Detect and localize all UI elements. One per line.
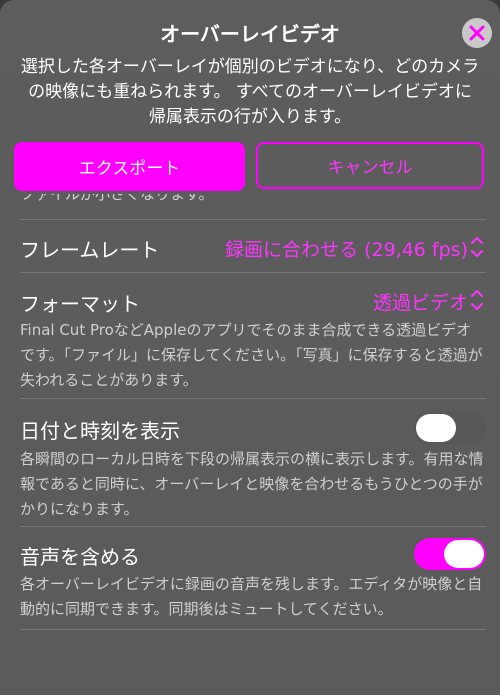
divider	[20, 526, 486, 527]
scrolled-partial-text-label: ファイルが小さくなります。	[20, 194, 214, 203]
chevron-up-down-icon[interactable]	[470, 234, 484, 260]
sheet-subtitle: 選択した各オーバーレイが個別のビデオになり、どのカメラの映像にも重ねられます。 …	[20, 57, 480, 127]
format-label: フォーマット	[20, 292, 140, 316]
format-description: Final Cut ProなどAppleのアプリでそのまま合成できる透過ビデオで…	[20, 321, 483, 389]
close-x-icon	[469, 25, 485, 41]
overlay-video-sheet: オーバーレイビデオ 選択した各オーバーレイが個別のビデオになり、どのカメラの映像…	[0, 0, 500, 695]
datetime-label: 日付と時刻を表示	[20, 419, 180, 443]
audio-description: 各オーバーレイビデオに録画の音声を残します。エディタが映像と自動的に同期できます…	[20, 575, 483, 618]
export-button[interactable]: エクスポート	[14, 142, 245, 191]
close-button[interactable]	[462, 18, 492, 48]
format-select[interactable]: 透過ビデオ	[373, 288, 468, 315]
cancel-button[interactable]: キャンセル	[256, 142, 484, 189]
audio-label: 音声を含める	[20, 545, 140, 569]
divider	[20, 629, 486, 630]
frame-rate-select[interactable]: 録画に合わせる (29,46 fps)	[225, 235, 468, 262]
frame-rate-label: フレームレート	[20, 238, 160, 262]
chevron-up-down-icon[interactable]	[470, 287, 484, 313]
audio-toggle[interactable]	[414, 538, 486, 570]
divider	[20, 272, 486, 273]
toggle-knob	[416, 414, 456, 442]
datetime-toggle[interactable]	[414, 412, 486, 444]
sheet-title: オーバーレイビデオ	[160, 22, 340, 46]
scrolled-partial-text: ファイルが小さくなります。	[20, 194, 214, 206]
datetime-description: 各瞬間のローカル日時を下段の帰属表示の横に表示します。有用な情報であると同時に、…	[20, 450, 484, 518]
divider	[20, 398, 486, 399]
toggle-knob	[444, 540, 484, 568]
divider	[20, 219, 486, 220]
